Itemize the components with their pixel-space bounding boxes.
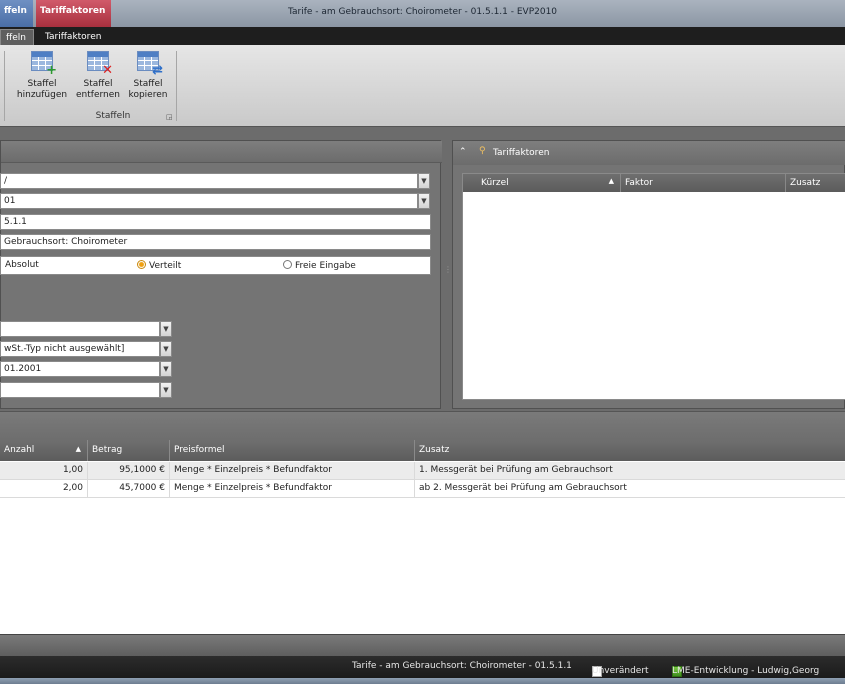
copy-staffel-button[interactable]: ⇄ Staffel kopieren — [124, 49, 172, 101]
window-title: Tarife - am Gebrauchsort: Choirometer - … — [287, 7, 558, 17]
cell-betrag: 95,1000 € — [88, 462, 170, 479]
panel-title: Tariffaktoren — [493, 148, 550, 158]
chevron-down-icon[interactable]: ▼ — [160, 382, 172, 398]
radio-verteilt-label: Verteilt — [149, 261, 182, 271]
grid-footer — [0, 634, 845, 656]
mwst-select[interactable]: wSt.-Typ nicht ausgewählt] — [0, 341, 160, 357]
status-state-label: Unverändert — [592, 666, 649, 676]
radio-icon — [283, 260, 292, 269]
key-icon: ⚲ — [479, 146, 486, 156]
add-staffel-label-2: hinzufügen — [16, 90, 68, 100]
remove-staffel-button[interactable]: ✕ Staffel entfernen — [72, 49, 124, 101]
copy-staffel-label-1: Staffel — [133, 79, 163, 89]
ribbon-separator — [4, 51, 5, 121]
title-bar: ffeln Tariffaktoren Tarife - am Gebrauch… — [0, 0, 845, 27]
ribbon-tab-row: ffeln Tariffaktoren — [0, 27, 845, 45]
column-header-faktor[interactable]: Faktor — [621, 174, 786, 192]
column-label: Anzahl — [4, 445, 35, 455]
field-1[interactable]: / — [0, 173, 418, 189]
radio-freie-eingabe[interactable]: Freie Eingabe — [283, 260, 356, 271]
column-header-preisformel[interactable]: Preisformel — [170, 440, 415, 461]
chevron-down-icon[interactable]: ▼ — [160, 361, 172, 377]
chevron-down-icon[interactable]: ▼ — [160, 341, 172, 357]
panel-header — [1, 141, 442, 163]
dialog-launcher-icon[interactable]: ◲ — [166, 113, 173, 121]
status-connection-label: LME-Entwicklung - Ludwig,Georg — [672, 666, 820, 676]
column-header-anzahl[interactable]: Anzahl ▲ — [0, 440, 88, 461]
cell-preisformel: Menge * Einzelpreis * Befundfaktor — [170, 462, 415, 479]
status-document[interactable]: Tarife - am Gebrauchsort: Choirometer - … — [352, 661, 572, 671]
tariffaktoren-panel: ⌃ ⚲ Tariffaktoren Kürzel ▲ Faktor Zusatz — [452, 140, 845, 409]
panel-header: ⌃ ⚲ Tariffaktoren — [453, 141, 845, 165]
radio-freie-label: Freie Eingabe — [295, 261, 356, 271]
cell-anzahl: 1,00 — [0, 462, 88, 479]
radio-verteilt[interactable]: Verteilt — [137, 260, 181, 271]
remove-staffel-label-1: Staffel — [83, 79, 113, 89]
field-3[interactable]: 5.1.1 — [0, 214, 431, 230]
tab-staffeln[interactable]: ffeln — [0, 29, 34, 45]
select-d[interactable] — [0, 382, 160, 398]
tab-tariffaktoren[interactable]: Tariffaktoren — [40, 29, 110, 45]
sort-asc-icon: ▲ — [608, 177, 614, 185]
table-row[interactable]: 1,00 95,1000 € Menge * Einzelpreis * Bef… — [0, 462, 845, 480]
grid-add-icon: + — [29, 49, 57, 77]
chevron-down-icon[interactable]: ▼ — [418, 173, 430, 189]
grid-copy-icon: ⇄ — [135, 49, 163, 77]
grid-remove-icon: ✕ — [85, 49, 113, 77]
window-bottom-edge — [0, 678, 845, 684]
cell-betrag: 45,7000 € — [88, 480, 170, 497]
add-staffel-button[interactable]: + Staffel hinzufügen — [14, 49, 70, 101]
select-a[interactable] — [0, 321, 160, 337]
copy-staffel-label-2: kopieren — [128, 90, 168, 100]
field-4[interactable]: Gebrauchsort: Choirometer — [0, 234, 431, 250]
staffeln-grid[interactable]: Anzahl ▲ Betrag Preisformel Zusatz 1,00 … — [0, 440, 845, 634]
chevron-down-icon[interactable]: ▼ — [160, 321, 172, 337]
status-bar: Tarife - am Gebrauchsort: Choirometer - … — [0, 656, 845, 678]
column-header-zusatz[interactable]: Zusatz — [415, 440, 845, 461]
column-header-zusatz[interactable]: Zusatz — [786, 174, 845, 192]
cell-zusatz: 1. Messgerät bei Prüfung am Gebrauchsort — [419, 465, 613, 475]
column-header-betrag[interactable]: Betrag — [88, 440, 170, 461]
tariffaktoren-grid[interactable]: Kürzel ▲ Faktor Zusatz — [462, 173, 845, 400]
add-staffel-label-1: Staffel — [27, 79, 57, 89]
cell-zusatz: ab 2. Messgerät bei Prüfung am Gebrauchs… — [419, 483, 627, 493]
sort-asc-icon: ▲ — [75, 445, 81, 453]
field-2[interactable]: 01 — [0, 193, 418, 209]
ribbon-group-label: Staffeln — [95, 111, 131, 121]
column-header-kuerzel[interactable]: Kürzel ▲ — [463, 174, 621, 192]
chevron-down-icon[interactable]: ▼ — [418, 193, 430, 209]
cell-anzahl: 2,00 — [0, 480, 88, 497]
ribbon: + Staffel hinzufügen ✕ Staffel entfernen… — [0, 45, 845, 127]
ribbon-separator — [176, 51, 177, 121]
section-bar — [0, 411, 845, 440]
date-select[interactable]: 01.2001 — [0, 361, 160, 377]
cell-preisformel: Menge * Einzelpreis * Befundfaktor — [170, 480, 415, 497]
tarif-details-panel: / ▼ 01 ▼ 5.1.1 Gebrauchsort: Choirometer… — [0, 140, 442, 409]
column-label: Kürzel — [481, 178, 509, 188]
radio-absolut-label[interactable]: Absolut — [5, 260, 39, 270]
collapse-icon[interactable]: ⌃ — [459, 147, 467, 157]
table-row[interactable]: 2,00 45,7000 € Menge * Einzelpreis * Bef… — [0, 480, 845, 498]
remove-staffel-label-2: entfernen — [76, 90, 120, 100]
distribution-radio-group: Absolut Verteilt Freie Eingabe — [0, 256, 431, 275]
panel-splitter[interactable]: ⋮ — [444, 265, 452, 285]
radio-selected-icon — [137, 260, 146, 269]
